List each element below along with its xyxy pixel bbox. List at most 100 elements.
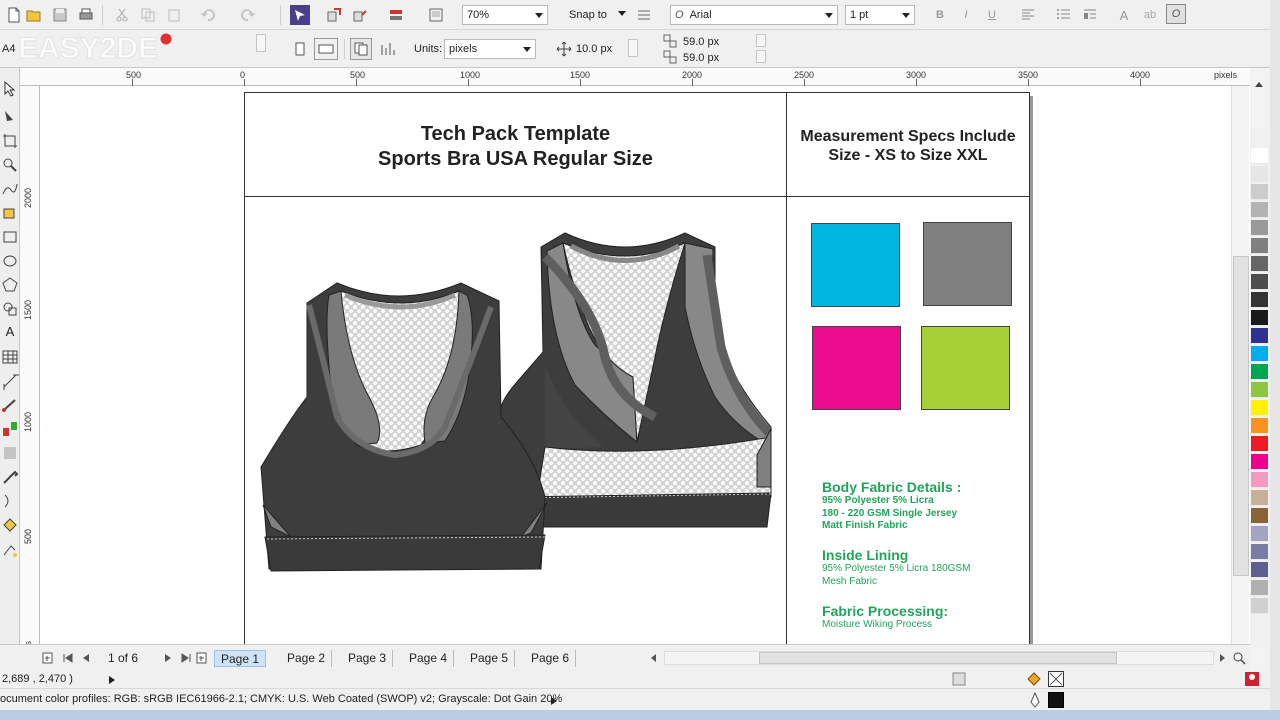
color-swatch-cyan[interactable]	[811, 223, 900, 307]
dimension-tool-icon[interactable]	[1, 372, 19, 390]
nudge-distance-spinner[interactable]	[628, 39, 638, 57]
palette-color-lavender[interactable]	[1251, 526, 1268, 542]
units-select[interactable]: pixels	[444, 39, 536, 59]
duplicate-x-value[interactable]: 59.0 px	[683, 36, 719, 48]
outline-tool-icon[interactable]	[1, 492, 19, 510]
outline-width-select[interactable]: 1 pt	[845, 5, 915, 25]
snap-to-label[interactable]: Snap to	[569, 9, 607, 21]
page-tab-5[interactable]: Page 5	[464, 650, 516, 667]
portrait-icon[interactable]	[290, 39, 310, 59]
palette-color-orange[interactable]	[1251, 418, 1268, 434]
print-icon[interactable]	[76, 5, 96, 25]
horizontal-scroll-thumb[interactable]	[759, 652, 1117, 664]
body-fabric-line[interactable]: 95% Polyester 5% Licra	[822, 495, 934, 508]
pick-tool-icon[interactable]	[1, 80, 19, 98]
text-align-icon[interactable]	[1018, 5, 1038, 25]
palette-color-red[interactable]	[1251, 436, 1268, 452]
opentype-icon[interactable]: O	[1166, 4, 1186, 24]
previous-page-icon[interactable]	[80, 652, 92, 664]
document-page[interactable]: Tech Pack Template Sports Bra USA Regula…	[244, 92, 1030, 648]
save-icon[interactable]	[50, 5, 70, 25]
corel-connect-icon[interactable]	[290, 5, 310, 25]
palette-color-white[interactable]	[1251, 148, 1268, 164]
measurement-specs-line1[interactable]: Measurement Specs Include	[787, 127, 1029, 147]
options-icon[interactable]	[634, 5, 654, 25]
first-page-icon[interactable]	[62, 652, 74, 664]
page-tab-2[interactable]: Page 2	[281, 650, 333, 667]
palette-color-grey-80[interactable]	[1251, 292, 1268, 308]
basic-shapes-icon[interactable]	[1, 300, 19, 318]
body-fabric-line[interactable]: 180 - 220 GSM Single Jersey	[822, 508, 957, 521]
eyedropper-tool-icon[interactable]	[1, 468, 19, 486]
new-document-icon[interactable]	[4, 5, 24, 25]
bold-icon[interactable]: B	[930, 5, 950, 25]
body-fabric-heading[interactable]: Body Fabric Details :	[822, 479, 961, 495]
outline-pen-icon[interactable]	[1028, 691, 1042, 708]
edit-text-icon[interactable]: ab	[1140, 5, 1160, 25]
all-pages-icon[interactable]	[350, 38, 372, 60]
drop-cap-icon[interactable]	[1080, 5, 1100, 25]
snap-to-dropdown-icon[interactable]	[618, 9, 626, 17]
palette-color-magenta[interactable]	[1251, 454, 1268, 470]
palette-color-grey-20[interactable]	[1251, 184, 1268, 200]
inside-lining-heading[interactable]: Inside Lining	[822, 547, 908, 563]
duplicate-y-spinner[interactable]	[756, 50, 766, 63]
palette-color-navy[interactable]	[1251, 328, 1268, 344]
palette-color-light-grey[interactable]	[1251, 166, 1268, 182]
vertical-scrollbar[interactable]	[1231, 86, 1249, 644]
palette-color-cyan[interactable]	[1251, 346, 1268, 362]
palette-color-pink[interactable]	[1251, 472, 1268, 488]
zoom-tool-icon[interactable]	[1, 156, 19, 174]
palette-color-silver[interactable]	[1251, 580, 1268, 596]
crop-tool-icon[interactable]	[1, 132, 19, 150]
palette-color-grey-30[interactable]	[1251, 202, 1268, 218]
status-expand-icon[interactable]	[108, 675, 116, 684]
scroll-left-icon[interactable]	[648, 652, 660, 664]
fill-tool-icon[interactable]	[1, 516, 19, 534]
add-page-before-icon[interactable]	[42, 652, 54, 664]
page-tab-1[interactable]: Page 1	[214, 650, 267, 667]
palette-color-grey-60[interactable]	[1251, 256, 1268, 272]
page-tab-6[interactable]: Page 6	[525, 650, 577, 667]
scroll-up-icon[interactable]	[1252, 78, 1266, 92]
page-tab-4[interactable]: Page 4	[403, 650, 455, 667]
color-swatch-lime[interactable]	[921, 326, 1010, 410]
color-profiles-text[interactable]: ocument color profiles: RGB: sRGB IEC619…	[0, 693, 562, 705]
fabric-processing-heading[interactable]: Fabric Processing:	[822, 603, 948, 619]
import-icon[interactable]	[324, 5, 344, 25]
undo-icon[interactable]	[198, 5, 218, 25]
paste-icon[interactable]	[164, 5, 184, 25]
zoom-level-select[interactable]: 70%	[462, 5, 548, 25]
palette-color-lime[interactable]	[1251, 382, 1268, 398]
user-icon[interactable]	[1244, 671, 1260, 687]
duplicate-x-spinner[interactable]	[756, 34, 766, 47]
open-folder-icon[interactable]	[24, 5, 44, 25]
palette-color-slate-blue[interactable]	[1251, 544, 1268, 560]
palette-color-brown[interactable]	[1251, 508, 1268, 524]
page-tab-3[interactable]: Page 3	[342, 650, 394, 667]
table-tool-icon[interactable]	[1, 348, 19, 366]
blend-tool-icon[interactable]	[1, 420, 19, 438]
interactive-fill-icon[interactable]	[1, 542, 19, 560]
rectangle-tool-icon[interactable]	[1, 228, 19, 246]
inside-lining-line[interactable]: Mesh Fabric	[822, 576, 877, 589]
palette-color-green[interactable]	[1251, 364, 1268, 380]
page-dim-spinner[interactable]	[256, 34, 266, 52]
export-icon[interactable]	[350, 5, 370, 25]
vertical-scroll-thumb[interactable]	[1233, 256, 1249, 576]
outline-color-swatch[interactable]	[1048, 692, 1064, 708]
next-page-icon[interactable]	[162, 652, 174, 664]
zoom-navigator-icon[interactable]	[1232, 651, 1246, 665]
palette-color-indigo[interactable]	[1251, 562, 1268, 578]
add-page-after-icon[interactable]	[196, 652, 208, 664]
tech-pack-subtitle[interactable]: Sports Bra USA Regular Size	[245, 147, 786, 172]
palette-color-grey-90[interactable]	[1251, 310, 1268, 326]
italic-icon[interactable]: I	[956, 5, 976, 25]
polygon-tool-icon[interactable]	[1, 276, 19, 294]
tech-pack-title[interactable]: Tech Pack Template	[245, 122, 786, 147]
palette-color-pale-grey[interactable]	[1251, 598, 1268, 614]
palette-color-grey-50[interactable]	[1251, 238, 1268, 254]
palette-color-tan[interactable]	[1251, 490, 1268, 506]
palette-color-yellow[interactable]	[1251, 400, 1268, 416]
bullet-list-icon[interactable]	[1054, 5, 1074, 25]
